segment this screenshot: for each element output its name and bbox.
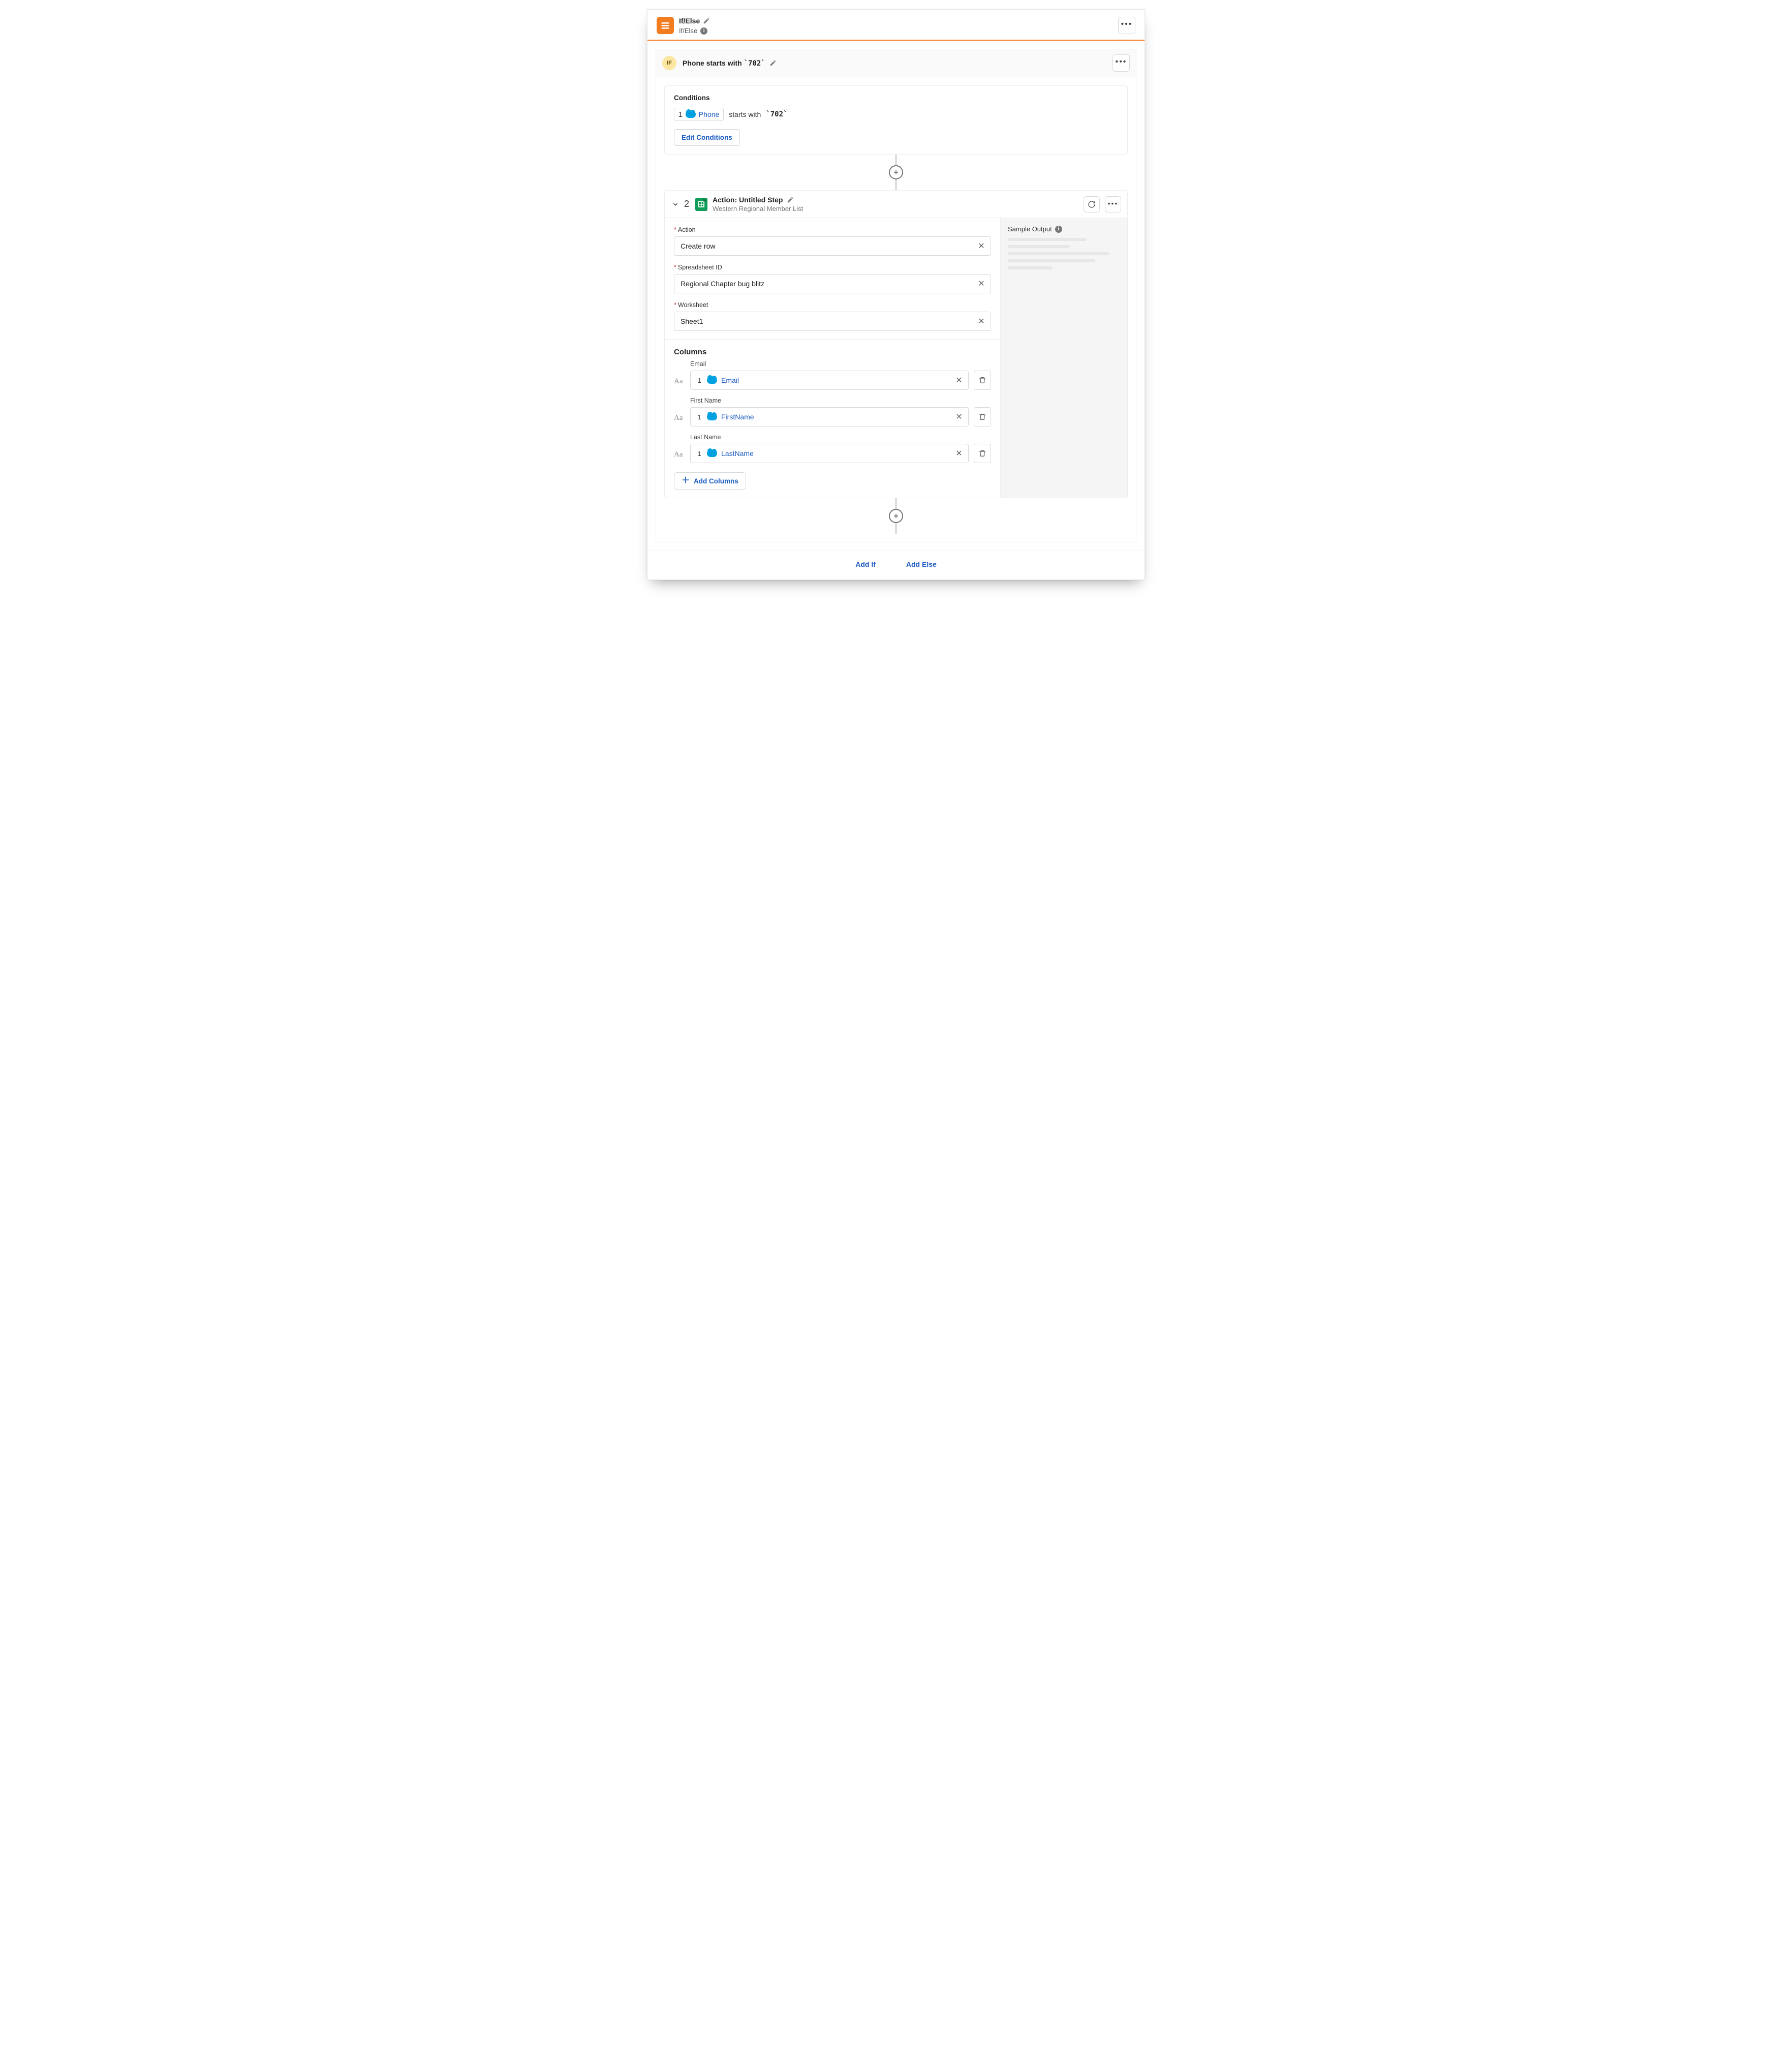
sample-output-label: Sample Output [1008,225,1052,233]
edit-if-title-icon[interactable] [769,59,777,67]
text-type-icon: Aa [674,377,685,390]
action-step-subtitle: Western Regional Member List [713,205,1084,212]
clear-icon[interactable]: ✕ [953,411,965,423]
column-token: FirstName [721,413,754,421]
salesforce-icon [707,450,717,457]
salesforce-icon [686,111,696,118]
if-badge: IF [662,56,676,70]
node-title: If/Else [679,17,700,25]
clear-icon[interactable]: ✕ [975,240,987,252]
clear-icon[interactable]: ✕ [975,278,987,290]
node-more-button[interactable]: ••• [1118,17,1135,34]
connector [664,155,1128,190]
conditions-panel: Conditions 1 Phone starts with `702` Edi… [664,85,1128,155]
info-icon[interactable]: i [700,27,707,35]
worksheet-label: *Worksheet [674,301,991,309]
delete-column-button[interactable] [974,407,991,427]
add-if-button[interactable]: Add If [855,560,876,568]
salesforce-icon [707,413,717,420]
column-token: LastName [721,449,754,458]
conditions-heading: Conditions [674,94,1118,102]
column-label: First Name [690,397,969,404]
action-field-label: *Action [674,226,991,233]
edit-conditions-button[interactable]: Edit Conditions [674,129,740,146]
column-row: Aa Last Name 1 LastName ✕ [674,434,991,463]
column-label: Email [690,360,969,368]
condition-row: 1 Phone starts with `702` [674,108,1118,121]
clear-icon[interactable]: ✕ [953,374,965,386]
skeleton-line [1008,266,1053,269]
connector [664,498,1128,534]
skeleton-line [1008,252,1109,255]
salesforce-icon [707,377,717,384]
if-branch-header: IF Phone starts with `702` ••• [656,49,1136,77]
text-type-icon: Aa [674,450,685,463]
column-row: Aa First Name 1 FirstName ✕ [674,397,991,427]
action-field-input-wrap: ✕ [674,236,991,256]
step-number: 2 [684,199,689,209]
spreadsheet-id-input-wrap: ✕ [674,274,991,293]
clear-icon[interactable]: ✕ [975,315,987,327]
node-subtype: If/Else [679,27,697,35]
condition-field-pill[interactable]: 1 Phone [674,108,724,121]
spreadsheet-id-input[interactable] [681,280,975,288]
worksheet-input[interactable] [681,317,975,325]
ifelse-flow-card: If/Else If/Else i ••• IF Phone starts wi… [647,9,1145,580]
skeleton-line [1008,238,1087,241]
if-branch-title-text: Phone starts with `702` [683,59,765,68]
add-step-button[interactable] [889,165,903,179]
if-branch-more-button[interactable]: ••• [1113,54,1130,72]
sample-output-panel: Sample Output i [1000,218,1127,498]
collapse-chevron-icon[interactable] [671,200,680,209]
footer-actions: Add If Add Else [647,551,1145,580]
action-field-input[interactable] [681,242,975,250]
if-branch: IF Phone starts with `702` ••• Condition… [656,49,1136,542]
flow-node-header: If/Else If/Else i ••• [647,10,1145,40]
edit-step-title-icon[interactable] [787,196,794,203]
info-icon[interactable]: i [1055,226,1062,233]
skeleton-line [1008,259,1095,262]
refresh-button[interactable] [1084,196,1100,212]
condition-index: 1 [678,110,683,118]
condition-value: `702` [766,110,787,118]
column-token-input[interactable]: 1 Email ✕ [690,371,969,390]
clear-icon[interactable]: ✕ [953,447,965,460]
action-step-panel: 2 Action: Untitled Step Western Regional… [664,190,1128,498]
add-step-button[interactable] [889,509,903,523]
add-else-button[interactable]: Add Else [906,560,937,568]
column-token-input[interactable]: 1 LastName ✕ [690,444,969,463]
action-step-more-button[interactable]: ••• [1105,196,1121,212]
condition-operator: starts with [729,110,761,118]
column-row: Aa Email 1 Email ✕ [674,360,991,390]
column-label: Last Name [690,434,969,441]
delete-column-button[interactable] [974,371,991,390]
columns-heading: Columns [674,348,991,356]
add-columns-button[interactable]: ＋ Add Columns [674,472,746,490]
column-token: Email [721,376,739,384]
delete-column-button[interactable] [974,444,991,463]
worksheet-input-wrap: ✕ [674,312,991,331]
action-step-header: 2 Action: Untitled Step Western Regional… [665,191,1127,218]
skeleton-line [1008,245,1070,248]
condition-field: Phone [699,110,719,118]
spreadsheet-id-label: *Spreadsheet ID [674,264,991,271]
action-form: *Action ✕ *Spreadsheet ID ✕ [665,218,1000,498]
google-sheets-icon [695,198,707,211]
column-token-input[interactable]: 1 FirstName ✕ [690,407,969,427]
text-type-icon: Aa [674,414,685,427]
edit-node-title-icon[interactable] [703,17,710,24]
action-step-title: Action: Untitled Step [713,196,783,204]
ifelse-icon [657,17,674,34]
